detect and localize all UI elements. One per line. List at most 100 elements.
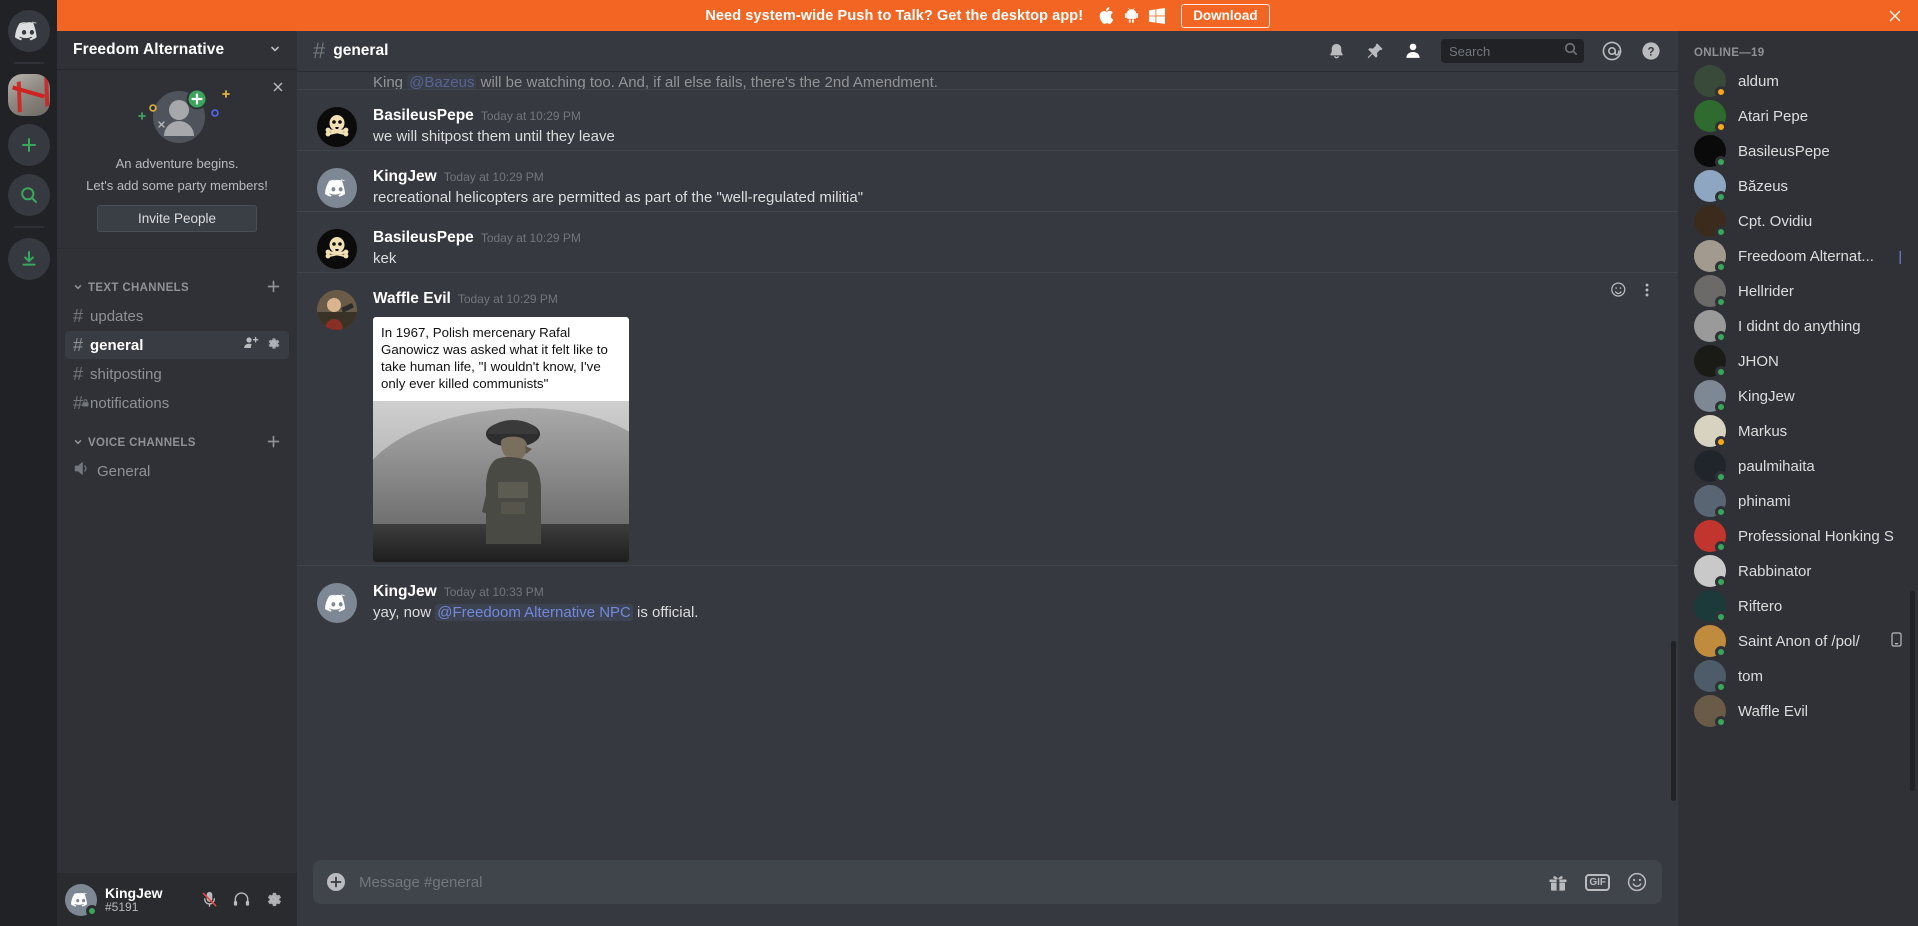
avatar[interactable] [1694, 380, 1727, 413]
avatar[interactable] [1694, 310, 1727, 343]
message-input[interactable]: Message #general [359, 874, 1547, 891]
member-list-item[interactable]: BasileusPepe [1686, 134, 1910, 168]
gear-icon[interactable] [264, 890, 283, 909]
pin-icon[interactable] [1364, 41, 1385, 62]
members-icon[interactable] [1402, 40, 1424, 62]
close-icon[interactable] [1886, 7, 1904, 25]
member-list-item[interactable]: Waffle Evil [1686, 694, 1910, 728]
avatar[interactable] [317, 168, 357, 208]
avatar[interactable] [1694, 450, 1727, 483]
more-options-icon[interactable] [1638, 281, 1656, 304]
message-author[interactable]: KingJew [373, 168, 437, 186]
member-list-item[interactable]: Professional Honking S [1686, 519, 1910, 553]
member-name: Freedoom Alternat... [1738, 247, 1874, 265]
message-list[interactable]: King @Bazeus will be watching too. And, … [297, 71, 1678, 860]
avatar[interactable] [1694, 695, 1727, 728]
gift-icon[interactable] [1547, 872, 1569, 892]
settings-icon[interactable] [266, 336, 281, 355]
member-list-item[interactable]: aldum [1686, 64, 1910, 98]
avatar[interactable] [1694, 415, 1727, 448]
gif-icon[interactable]: GIF [1585, 873, 1610, 891]
avatar[interactable] [1694, 240, 1727, 273]
download-apps-button[interactable] [7, 238, 50, 280]
avatar[interactable] [1694, 660, 1727, 693]
member-list-item[interactable]: Atari Pepe [1686, 99, 1910, 133]
avatar[interactable] [1694, 100, 1727, 133]
avatar[interactable] [1694, 275, 1727, 308]
member-list-item[interactable]: Cpt. Ovidiu [1686, 204, 1910, 238]
mention[interactable]: @Freedoom Alternative NPC [435, 604, 633, 621]
mentions-at-icon[interactable] [1601, 40, 1623, 62]
message-text: yay, now @Freedoom Alternative NPC is of… [373, 603, 1658, 623]
member-list-item[interactable]: phinami [1686, 484, 1910, 518]
member-list-item[interactable]: tom [1686, 659, 1910, 693]
member-list-item[interactable]: Băzeus [1686, 169, 1910, 203]
message-author[interactable]: Waffle Evil [373, 290, 451, 308]
status-badge [1715, 611, 1727, 623]
message-author[interactable]: BasileusPepe [373, 107, 474, 125]
server-freedom-alternative[interactable] [7, 74, 50, 116]
category-voice-channels[interactable]: VOICE CHANNELS [57, 418, 297, 456]
avatar[interactable] [1694, 135, 1727, 168]
avatar[interactable] [1694, 555, 1727, 588]
avatar[interactable] [1694, 205, 1727, 238]
avatar[interactable] [317, 290, 357, 330]
sidebar-channel-updates[interactable]: # updates [65, 302, 289, 330]
add-channel-icon[interactable] [266, 279, 289, 297]
member-list-item[interactable]: JHON [1686, 344, 1910, 378]
member-list-item[interactable]: Rabbinator [1686, 554, 1910, 588]
category-text-channels[interactable]: TEXT CHANNELS [57, 263, 297, 301]
members-scrollbar[interactable] [1910, 591, 1915, 791]
avatar[interactable] [1694, 590, 1727, 623]
status-badge [1715, 296, 1727, 308]
download-button[interactable]: Download [1181, 3, 1270, 28]
member-list-item[interactable]: I didnt do anything [1686, 309, 1910, 343]
bell-icon[interactable] [1326, 41, 1347, 62]
member-list-item[interactable]: Markus [1686, 414, 1910, 448]
avatar[interactable] [1694, 520, 1727, 553]
server-header[interactable]: Freedom Alternative [57, 31, 297, 70]
add-voice-channel-icon[interactable] [266, 434, 289, 452]
sidebar-channel-general[interactable]: # general [65, 331, 289, 359]
member-list-item[interactable]: KingJew [1686, 379, 1910, 413]
avatar[interactable] [65, 883, 98, 917]
mic-muted-icon[interactable] [200, 890, 219, 909]
add-reaction-icon[interactable] [1610, 281, 1628, 304]
message-scrollbar[interactable] [1671, 641, 1676, 801]
message-author[interactable]: BasileusPepe [373, 229, 474, 247]
status-badge [1715, 121, 1727, 133]
sidebar-voice-channel-general[interactable]: General [65, 457, 289, 485]
sidebar-channel-notifications[interactable]: # notifications [65, 389, 289, 417]
avatar[interactable] [317, 583, 357, 623]
headphones-icon[interactable] [232, 890, 251, 909]
invite-icon[interactable] [243, 335, 259, 355]
sidebar-channel-shitposting[interactable]: # shitposting [65, 360, 289, 388]
chevron-down-icon[interactable] [269, 43, 281, 58]
member-list-item[interactable]: paulmihaita [1686, 449, 1910, 483]
member-list-item[interactable]: Riftero [1686, 589, 1910, 623]
avatar[interactable] [1694, 345, 1727, 378]
member-name: paulmihaita [1738, 457, 1815, 475]
avatar[interactable] [1694, 170, 1727, 203]
message-composer[interactable]: Message #general GIF [313, 860, 1662, 904]
member-list-item[interactable]: Hellrider [1686, 274, 1910, 308]
avatar[interactable] [1694, 625, 1727, 658]
message-author[interactable]: KingJew [373, 583, 437, 601]
explore-servers-button[interactable] [7, 174, 50, 216]
invite-people-button[interactable]: Invite People [97, 205, 257, 232]
add-attachment-icon[interactable] [313, 871, 359, 893]
add-server-button[interactable] [7, 124, 50, 166]
avatar[interactable] [1694, 65, 1727, 98]
avatar[interactable] [317, 107, 357, 147]
mention[interactable]: @Bazeus [407, 74, 477, 89]
search-input[interactable]: Search [1441, 39, 1584, 63]
member-list-item[interactable]: Freedoom Alternat... | [1686, 239, 1910, 273]
home-button[interactable] [7, 10, 50, 52]
status-badge [1715, 681, 1727, 693]
avatar[interactable] [317, 229, 357, 269]
message-attachment-image[interactable]: In 1967, Polish mercenary Rafal Ganowicz… [373, 317, 629, 562]
emoji-icon[interactable] [1626, 871, 1648, 893]
member-list-item[interactable]: Saint Anon of /pol/ [1686, 624, 1910, 658]
avatar[interactable] [1694, 485, 1727, 518]
help-question-icon[interactable]: ? [1640, 40, 1662, 62]
